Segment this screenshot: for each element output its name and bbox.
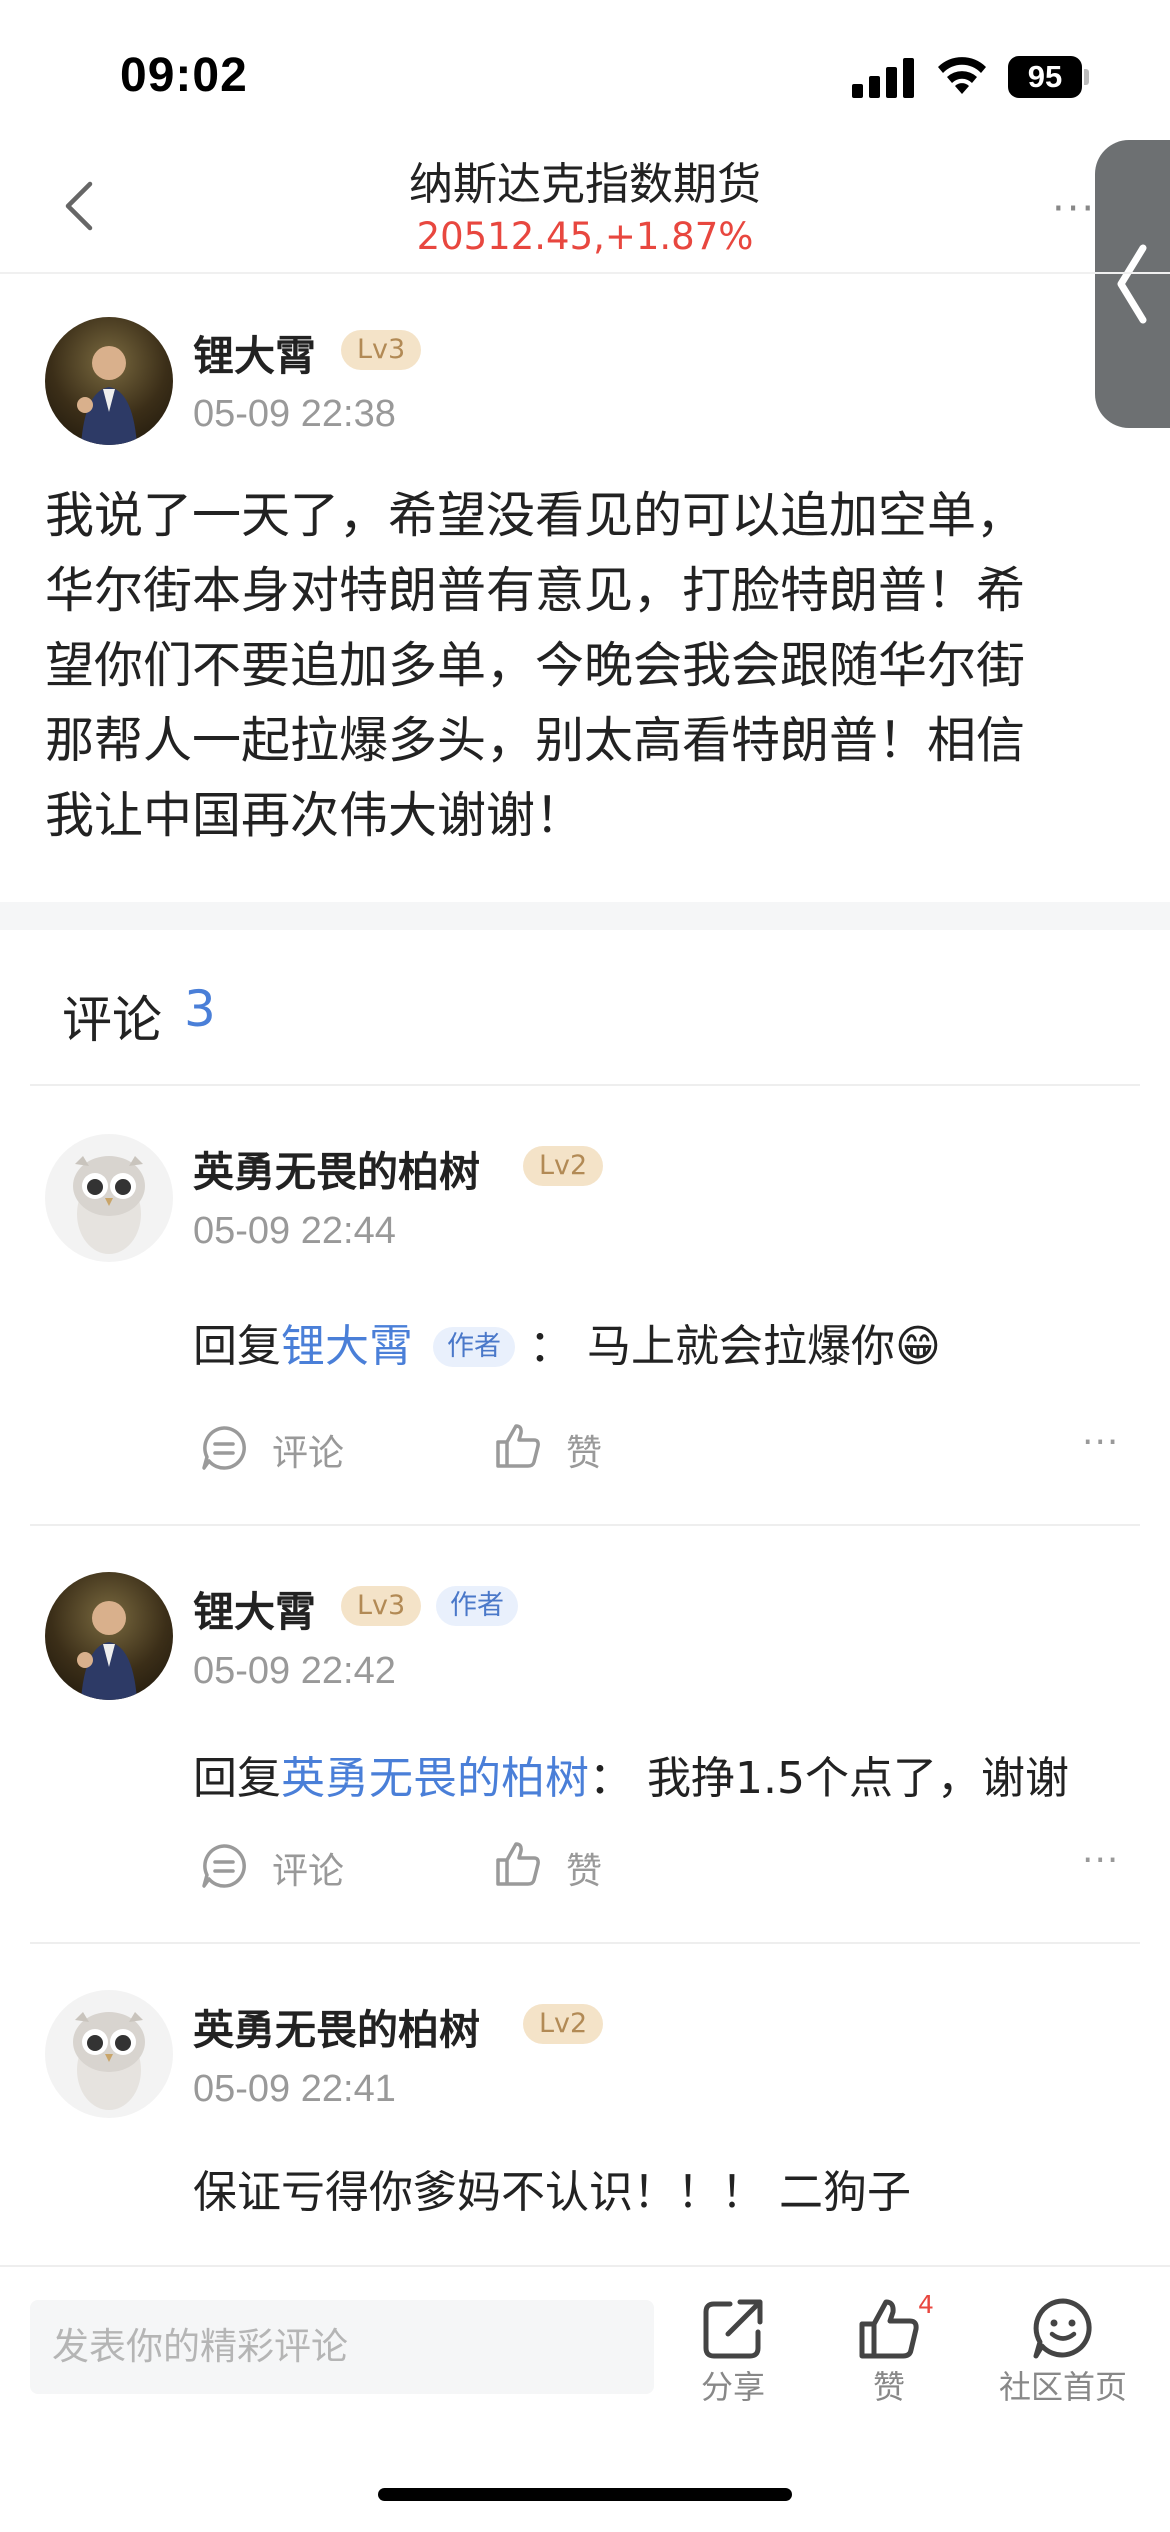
more-icon[interactable]: ··· (1052, 186, 1096, 232)
comment-button-label[interactable]: 评论 (272, 1424, 344, 1476)
post-time: 05-09 22:38 (193, 393, 396, 435)
reply-to-link[interactable]: 锂大霄 (281, 1321, 413, 1372)
divider (30, 1942, 1140, 1944)
side-collapse-tab[interactable] (1095, 140, 1170, 428)
level-badge: Lv2 (523, 1146, 604, 1186)
author-tag: 作者 (436, 1586, 518, 1626)
avatar[interactable] (45, 1572, 173, 1700)
like-count-badge: 4 (918, 2290, 934, 2319)
comment-body: 回复英勇无畏的柏树： 我挣1.5个点了，谢谢 (193, 1742, 1069, 1806)
like-icon[interactable] (494, 1422, 542, 1470)
comment-text: 我挣1.5个点了，谢谢 (647, 1753, 1069, 1804)
post-line: 我让中国再次伟大谢谢！ (45, 787, 585, 844)
avatar[interactable] (45, 317, 173, 445)
post-author[interactable]: 锂大霄 (193, 322, 316, 382)
comment-text: 马上就会拉爆你😁 (587, 1321, 941, 1372)
post-body: 我说了一天了，希望没看见的可以追加空单， 华尔街本身对特朗普有意见，打脸特朗普！… (45, 478, 1130, 853)
reply-separator: ： (529, 1321, 573, 1372)
post-line: 我说了一天了，希望没看见的可以追加空单， (45, 487, 1026, 544)
reply-separator: ： (589, 1753, 633, 1804)
level-badge: Lv3 (341, 1586, 422, 1626)
comment-author[interactable]: 英勇无畏的柏树 (193, 1138, 480, 1198)
avatar[interactable] (45, 1134, 173, 1262)
home-indicator (378, 2488, 792, 2501)
side-collapse-icon (1117, 244, 1147, 324)
wifi-icon (938, 57, 986, 94)
author-tag: 作者 (433, 1327, 515, 1367)
status-time: 09:02 (120, 49, 248, 102)
comment-time: 05-09 22:41 (193, 2068, 396, 2110)
section-divider (0, 902, 1170, 930)
like-button-label[interactable]: 赞 (566, 1424, 602, 1476)
signal-icon (852, 58, 914, 98)
community-icon[interactable] (1030, 2296, 1096, 2362)
comment-time: 05-09 22:42 (193, 1650, 396, 1692)
avatar[interactable] (45, 1990, 173, 2118)
comment-button-label[interactable]: 评论 (272, 1842, 344, 1894)
index-price: 20512.45,+1.87% (416, 215, 754, 258)
comments-heading: 评论 (62, 991, 162, 1049)
post-line: 望你们不要追加多单，今晚会我会跟随华尔街 (45, 637, 1026, 694)
divider (30, 1524, 1140, 1526)
comment-author[interactable]: 英勇无畏的柏树 (193, 1996, 480, 2056)
battery-level: 95 (1008, 56, 1082, 98)
share-label[interactable]: 分享 (683, 2362, 783, 2408)
comment-body: 回复锂大霄 作者 ： 马上就会拉爆你😁 (193, 1310, 941, 1374)
reply-prefix: 回复 (193, 1753, 281, 1804)
like-label[interactable]: 赞 (839, 2362, 939, 2408)
share-icon[interactable] (700, 2296, 766, 2362)
divider (30, 1084, 1140, 1086)
like-icon[interactable] (494, 1840, 542, 1888)
comment-text: 保证亏得你爹妈不认识！！！ 二狗子 (193, 2167, 911, 2218)
level-badge: Lv3 (341, 330, 422, 370)
post-line: 那帮人一起拉爆多头，别太高看特朗普！相信 (45, 712, 1026, 769)
battery-icon: 95 (1008, 56, 1089, 98)
like-icon[interactable] (856, 2296, 922, 2362)
comment-icon[interactable] (200, 1424, 248, 1472)
comment-time: 05-09 22:44 (193, 1210, 396, 1252)
page-title: 纳斯达克指数期货 (409, 159, 761, 210)
reply-to-link[interactable]: 英勇无畏的柏树 (281, 1753, 589, 1804)
comment-author[interactable]: 锂大霄 (193, 1578, 316, 1638)
like-button-label[interactable]: 赞 (566, 1842, 602, 1894)
comment-input[interactable]: 发表你的精彩评论 (30, 2300, 654, 2394)
community-label[interactable]: 社区首页 (983, 2362, 1143, 2408)
level-badge: Lv2 (523, 2004, 604, 2044)
more-icon[interactable]: ··· (1082, 1422, 1119, 1463)
comment-icon[interactable] (200, 1842, 248, 1890)
more-icon[interactable]: ··· (1082, 1840, 1119, 1881)
comments-count: 3 (184, 980, 216, 1038)
reply-prefix: 回复 (193, 1321, 281, 1372)
post-line: 华尔街本身对特朗普有意见，打脸特朗普！希 (45, 562, 1026, 619)
header-divider (0, 272, 1170, 274)
